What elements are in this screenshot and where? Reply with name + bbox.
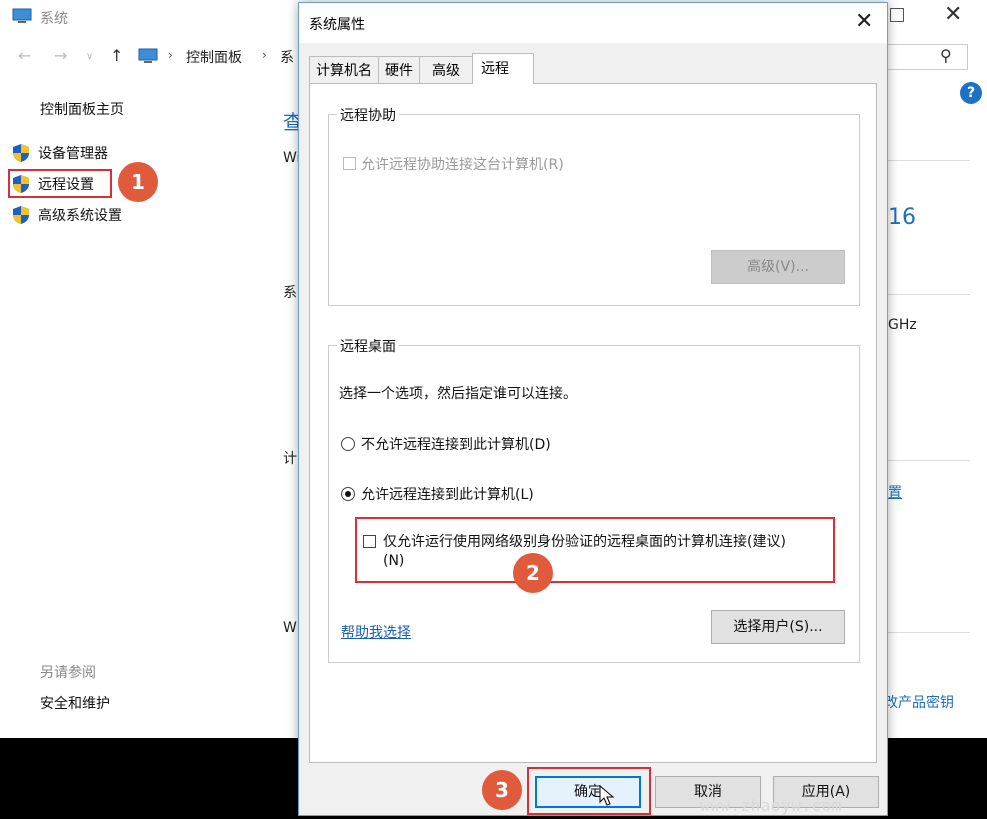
disallow-remote-radio[interactable] bbox=[341, 437, 355, 451]
allow-remote-assistance-label: 允许远程协助连接这台计算机(R) bbox=[361, 157, 564, 173]
text-fragment: 16 bbox=[888, 205, 916, 230]
text-fragment: GHz bbox=[888, 317, 917, 333]
mouse-cursor-icon bbox=[599, 785, 615, 806]
disallow-remote-label: 不允许远程连接到此计算机(D) bbox=[361, 437, 551, 453]
divider bbox=[888, 294, 970, 295]
system-properties-dialog: 系统属性 ✕ 计算机名 硬件 高级 远程 远程协助 允许远程协助连接这台计算机(… bbox=[298, 2, 888, 816]
step-badge-2: 2 bbox=[513, 553, 553, 593]
breadcrumb-item[interactable]: 控制面板 bbox=[186, 47, 242, 67]
step-badge-1: 1 bbox=[118, 162, 158, 202]
security-maintenance-link[interactable]: 安全和维护 bbox=[40, 693, 110, 713]
step-badge-3: 3 bbox=[482, 770, 522, 810]
chevron-down-icon[interactable]: ∨ bbox=[86, 51, 93, 62]
dialog-titlebar: 系统属性 ✕ bbox=[299, 3, 887, 43]
breadcrumb-item[interactable]: 系 bbox=[280, 47, 294, 67]
divider bbox=[888, 160, 970, 161]
up-arrow-icon[interactable]: ↑ bbox=[110, 46, 123, 65]
computer-icon bbox=[12, 8, 32, 23]
advanced-button[interactable]: 高级(V)... bbox=[711, 250, 845, 284]
remote-assistance-legend: 远程协助 bbox=[337, 105, 399, 125]
dialog-title: 系统属性 bbox=[309, 17, 365, 33]
tab-remote[interactable]: 远程 bbox=[472, 53, 534, 84]
chevron-right-icon: › bbox=[168, 48, 173, 62]
change-settings-link[interactable]: 置 bbox=[888, 482, 902, 502]
close-icon[interactable]: ✕ bbox=[944, 2, 962, 27]
system-window-title: 系统 bbox=[40, 11, 68, 27]
close-icon[interactable]: ✕ bbox=[855, 9, 873, 34]
sidebar-item-device-manager[interactable]: 设备管理器 bbox=[12, 141, 108, 165]
remote-desktop-legend: 远程桌面 bbox=[337, 336, 399, 356]
search-icon[interactable]: ⚲ bbox=[940, 46, 952, 65]
remote-desktop-group: 远程桌面 选择一个选项，然后指定谁可以连接。 不允许远程连接到此计算机(D) 允… bbox=[328, 336, 860, 663]
highlight-box bbox=[355, 517, 835, 583]
search-input[interactable] bbox=[888, 44, 968, 70]
help-icon[interactable]: ? bbox=[960, 82, 982, 104]
forward-arrow-icon[interactable]: → bbox=[54, 46, 67, 65]
chevron-right-icon: › bbox=[262, 48, 267, 62]
back-arrow-icon[interactable]: ← bbox=[18, 46, 31, 65]
tab-computer-name[interactable]: 计算机名 bbox=[309, 56, 379, 84]
allow-remote-radio[interactable] bbox=[341, 487, 355, 501]
control-panel-icon bbox=[138, 48, 158, 63]
shield-icon bbox=[13, 144, 29, 162]
select-users-button[interactable]: 选择用户(S)... bbox=[711, 610, 845, 644]
remote-assistance-group: 远程协助 允许远程协助连接这台计算机(R) 高级(V)... bbox=[328, 105, 860, 306]
shield-icon bbox=[13, 206, 29, 224]
tab-advanced[interactable]: 高级 bbox=[419, 56, 473, 84]
help-me-choose-link[interactable]: 帮助我选择 bbox=[341, 622, 411, 642]
sidebar-item-advanced-settings[interactable]: 高级系统设置 bbox=[12, 203, 122, 227]
highlight-box bbox=[527, 767, 651, 815]
text-fragment: 计 bbox=[283, 451, 297, 467]
allow-remote-assistance-checkbox[interactable] bbox=[343, 157, 356, 170]
allow-remote-label: 允许远程连接到此计算机(L) bbox=[361, 487, 534, 503]
remote-tab-panel: 远程协助 允许远程协助连接这台计算机(R) 高级(V)... 远程桌面 选择一个… bbox=[309, 83, 877, 763]
change-product-key-link[interactable]: 改产品密钥 bbox=[884, 692, 954, 712]
divider bbox=[888, 632, 970, 633]
divider bbox=[888, 460, 970, 461]
maximize-icon[interactable] bbox=[890, 8, 904, 22]
sidebar-item-label: 高级系统设置 bbox=[38, 208, 122, 224]
sidebar-home-link[interactable]: 控制面板主页 bbox=[40, 99, 124, 119]
watermark-text: www.zhaoyw.com bbox=[700, 796, 842, 815]
text-fragment: W bbox=[283, 620, 297, 636]
highlight-box bbox=[8, 169, 112, 198]
tab-strip: 计算机名 硬件 高级 远程 bbox=[309, 53, 534, 84]
sidebar-item-label: 设备管理器 bbox=[38, 146, 108, 162]
remote-desktop-description: 选择一个选项，然后指定谁可以连接。 bbox=[339, 386, 577, 402]
text-fragment: 系 bbox=[283, 285, 297, 301]
tab-hardware[interactable]: 硬件 bbox=[378, 56, 420, 84]
see-also-heading: 另请参阅 bbox=[40, 665, 96, 681]
